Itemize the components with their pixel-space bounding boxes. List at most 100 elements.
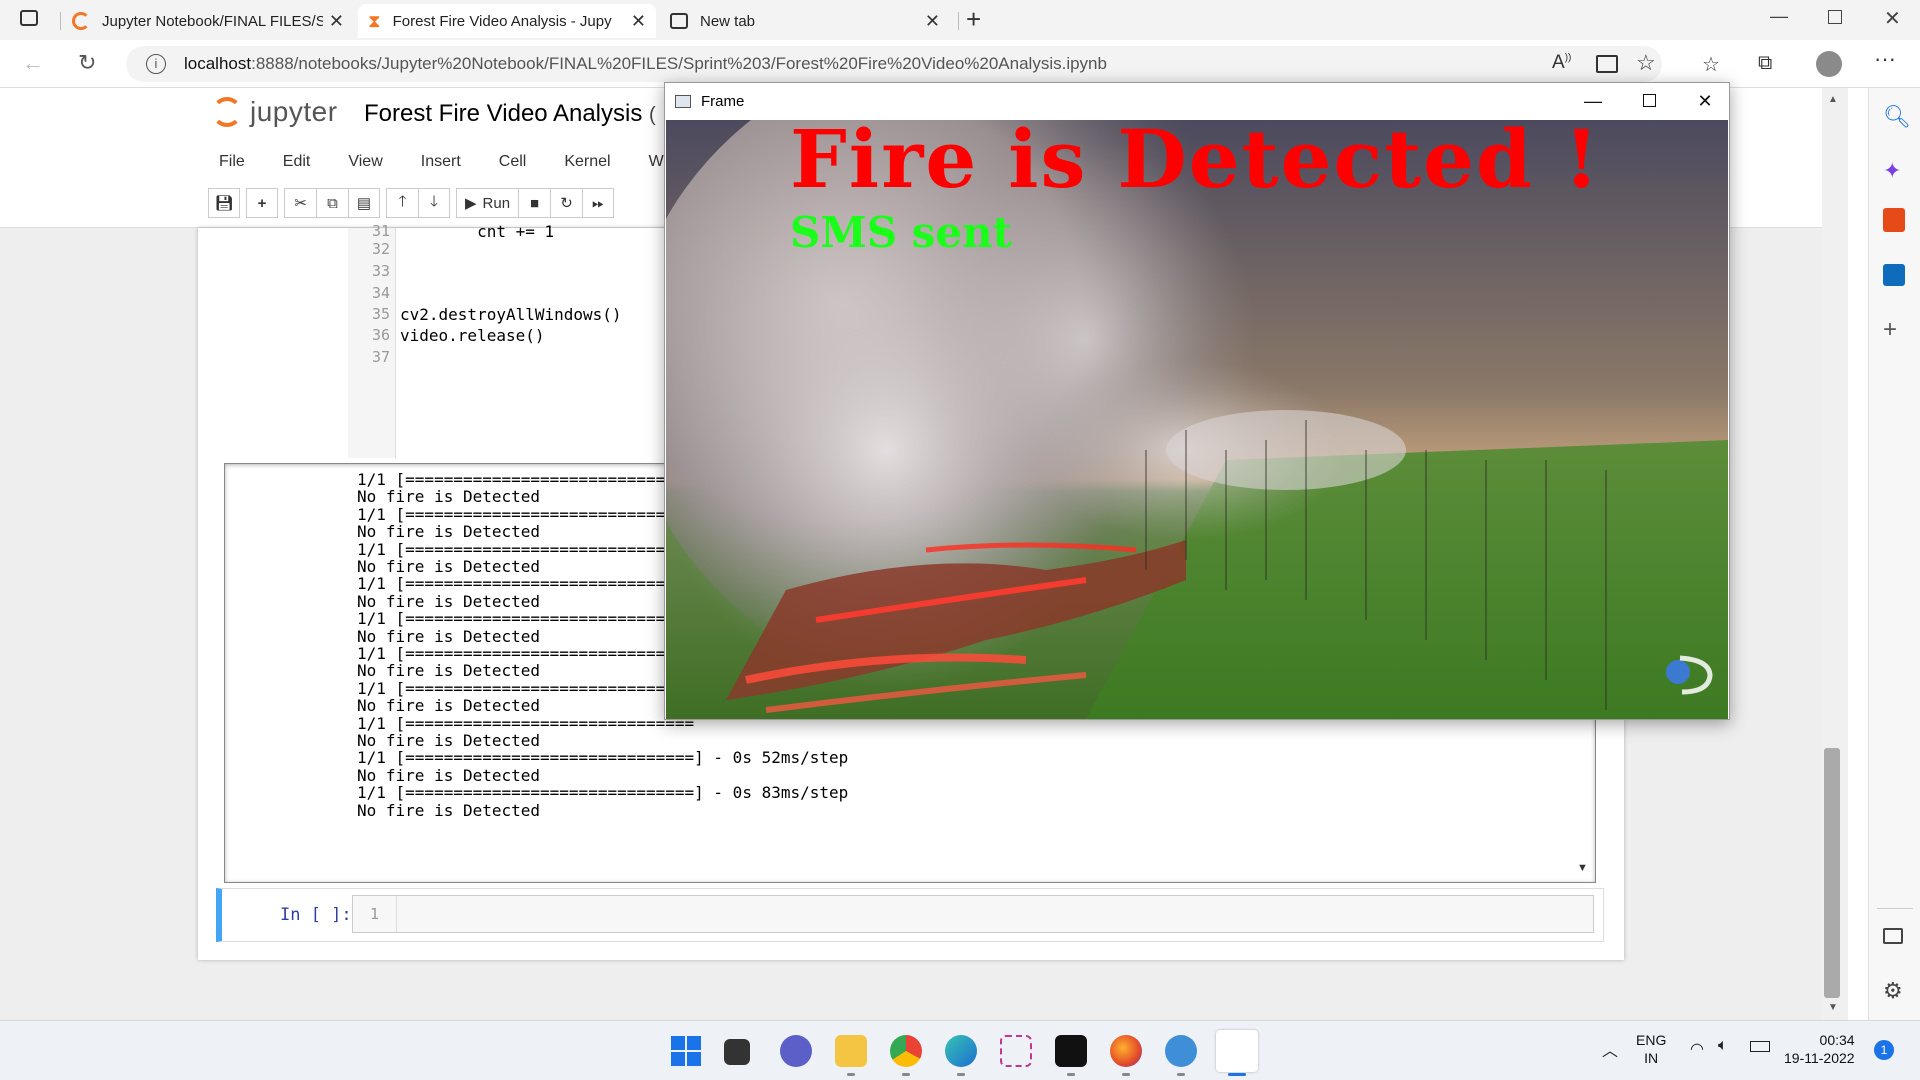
app-available-icon[interactable]: [1596, 55, 1618, 73]
output-line: 1/1 [==============================: [357, 574, 695, 594]
output-line: No fire is Detected: [357, 661, 541, 681]
discovery-logo-globe: [1666, 660, 1690, 684]
back-arrow-icon[interactable]: ←: [22, 50, 44, 76]
blank-window-icon[interactable]: [1216, 1030, 1258, 1072]
output-scroll-down-icon[interactable]: ▼: [1577, 862, 1588, 874]
favorites-icon[interactable]: ☆: [1702, 52, 1720, 77]
teams-chat-icon[interactable]: [780, 1035, 812, 1067]
tab-jupyter-files[interactable]: Jupyter Notebook/FINAL FILES/S ✕: [62, 4, 354, 38]
new-tab-page-icon: [670, 13, 688, 29]
firefox-icon[interactable]: [1110, 1035, 1142, 1067]
move-down-icon[interactable]: 🡓: [418, 188, 450, 218]
add-favorite-icon[interactable]: ☆: [1636, 50, 1656, 76]
close-tab-icon[interactable]: ✕: [925, 11, 940, 32]
fast-forward-icon[interactable]: ⏩︎: [582, 188, 615, 218]
edge-icon[interactable]: [945, 1035, 977, 1067]
menu-edit[interactable]: Edit: [264, 153, 330, 171]
output-line: 1/1 [==============================: [357, 678, 695, 698]
menu-insert[interactable]: Insert: [402, 153, 480, 171]
close-window-icon[interactable]: ✕: [1884, 6, 1901, 31]
language-indicator[interactable]: ENG IN: [1636, 1031, 1666, 1067]
frame-title-bar[interactable]: Frame — ✕: [665, 83, 1729, 119]
frame-title: Frame: [701, 92, 745, 110]
menu-cell[interactable]: Cell: [480, 153, 546, 171]
jupyter-spinner-icon: [72, 12, 90, 30]
menu-view[interactable]: View: [329, 153, 401, 171]
tab-forest-fire[interactable]: ⧗ Forest Fire Video Analysis - Jupy ✕: [358, 4, 656, 38]
volume-icon[interactable]: 🔈︎: [1718, 1037, 1728, 1055]
copilot-icon[interactable]: ✦: [1883, 158, 1901, 184]
collections-icon[interactable]: ⧉: [1758, 52, 1772, 75]
cut-icon[interactable]: ✂: [284, 188, 316, 218]
start-icon[interactable]: [670, 1035, 702, 1067]
restart-icon[interactable]: ↻: [550, 188, 583, 218]
frame-maximize-icon[interactable]: [1627, 87, 1671, 115]
line-number: 31: [371, 222, 390, 240]
chrome-icon[interactable]: [890, 1035, 922, 1067]
settings-more-icon[interactable]: ···: [1874, 46, 1896, 72]
notification-badge[interactable]: 1: [1874, 1040, 1894, 1060]
run-button[interactable]: ▶ Run: [456, 188, 519, 218]
line-number: 1: [353, 896, 397, 932]
python-idle-icon[interactable]: [1165, 1035, 1197, 1067]
frame-minimize-icon[interactable]: —: [1571, 87, 1615, 115]
input-cell[interactable]: In [ ]: 1: [216, 888, 1604, 942]
input-code-area[interactable]: 1: [352, 895, 1594, 933]
frame-window-icon: [675, 94, 691, 108]
notebook-title-suffix: (: [649, 104, 656, 126]
sidebar-settings-icon[interactable]: ⚙: [1883, 978, 1903, 1004]
refresh-icon[interactable]: ↻: [78, 50, 96, 76]
close-tab-icon[interactable]: ✕: [631, 11, 646, 32]
wifi-icon[interactable]: ◠: [1690, 1039, 1704, 1059]
clock-date: 19-11-2022: [1784, 1050, 1855, 1066]
hide-sidebar-icon[interactable]: [1883, 928, 1903, 944]
frame-close-icon[interactable]: ✕: [1683, 87, 1727, 115]
notebook-title[interactable]: Forest Fire Video Analysis (: [364, 100, 656, 128]
snipping-tool-icon[interactable]: [1000, 1035, 1032, 1067]
save-icon[interactable]: 💾︎: [208, 188, 240, 218]
url-path: :8888/notebooks/Jupyter%20Notebook/FINAL…: [251, 54, 1107, 73]
add-sidebar-app-icon[interactable]: +: [1883, 316, 1897, 344]
new-tab-button[interactable]: +: [966, 4, 981, 35]
line-number: 36: [371, 326, 390, 344]
clock[interactable]: 00:34 19-11-2022: [1784, 1031, 1855, 1067]
close-tab-icon[interactable]: ✕: [329, 11, 344, 32]
menu-file[interactable]: File: [200, 153, 264, 171]
running-indicator: [902, 1073, 910, 1076]
read-aloud-icon[interactable]: A)): [1552, 52, 1571, 74]
site-info-icon[interactable]: i: [146, 54, 166, 74]
copy-icon[interactable]: ⧉: [316, 188, 348, 218]
tab-new-tab[interactable]: New tab ✕: [660, 4, 950, 38]
paste-icon[interactable]: ▤: [348, 188, 380, 218]
scroll-up-icon[interactable]: ▲: [1828, 94, 1838, 105]
opencv-frame-window[interactable]: Frame — ✕ Fire is Detected ! SMS sent: [664, 82, 1730, 720]
browser-address-bar: ← ↻ i localhost:8888/notebooks/Jupyter%2…: [0, 40, 1920, 88]
profile-avatar[interactable]: [1816, 51, 1842, 77]
tab-actions-icon[interactable]: [20, 10, 38, 26]
output-line: No fire is Detected: [357, 557, 541, 576]
tab-label: New tab: [700, 12, 756, 30]
minimize-window-icon[interactable]: —: [1770, 6, 1788, 27]
code-text: cnt += 1: [400, 222, 555, 241]
move-up-icon[interactable]: 🡑: [386, 188, 418, 218]
restore-window-icon[interactable]: [1828, 10, 1842, 24]
show-hidden-icons-chevron[interactable]: ︿: [1602, 1037, 1618, 1061]
outlook-icon[interactable]: [1883, 264, 1905, 286]
menu-kernel[interactable]: Kernel: [545, 153, 629, 171]
notebook-title-text: Forest Fire Video Analysis: [364, 100, 643, 127]
url-field[interactable]: i localhost:8888/notebooks/Jupyter%20Not…: [126, 46, 1662, 82]
page-scrollbar-thumb[interactable]: [1824, 748, 1840, 998]
input-prompt: In [ ]:: [280, 905, 352, 925]
edge-sidebar: 🔍︎ ✦ + ⚙: [1868, 88, 1920, 1020]
scroll-down-icon[interactable]: ▼: [1828, 1002, 1838, 1013]
battery-icon[interactable]: [1750, 1041, 1770, 1052]
interrupt-icon[interactable]: ■: [518, 188, 551, 218]
insert-cell-icon[interactable]: +: [246, 188, 278, 218]
play-icon: ▶: [465, 195, 477, 212]
search-icon[interactable]: 🔍︎: [1883, 104, 1911, 130]
jupyter-logo[interactable]: jupyter: [212, 96, 338, 128]
file-explorer-icon[interactable]: [835, 1035, 867, 1067]
task-view-icon[interactable]: [724, 1039, 750, 1065]
terminal-icon[interactable]: [1055, 1035, 1087, 1067]
office-icon[interactable]: [1883, 208, 1905, 232]
